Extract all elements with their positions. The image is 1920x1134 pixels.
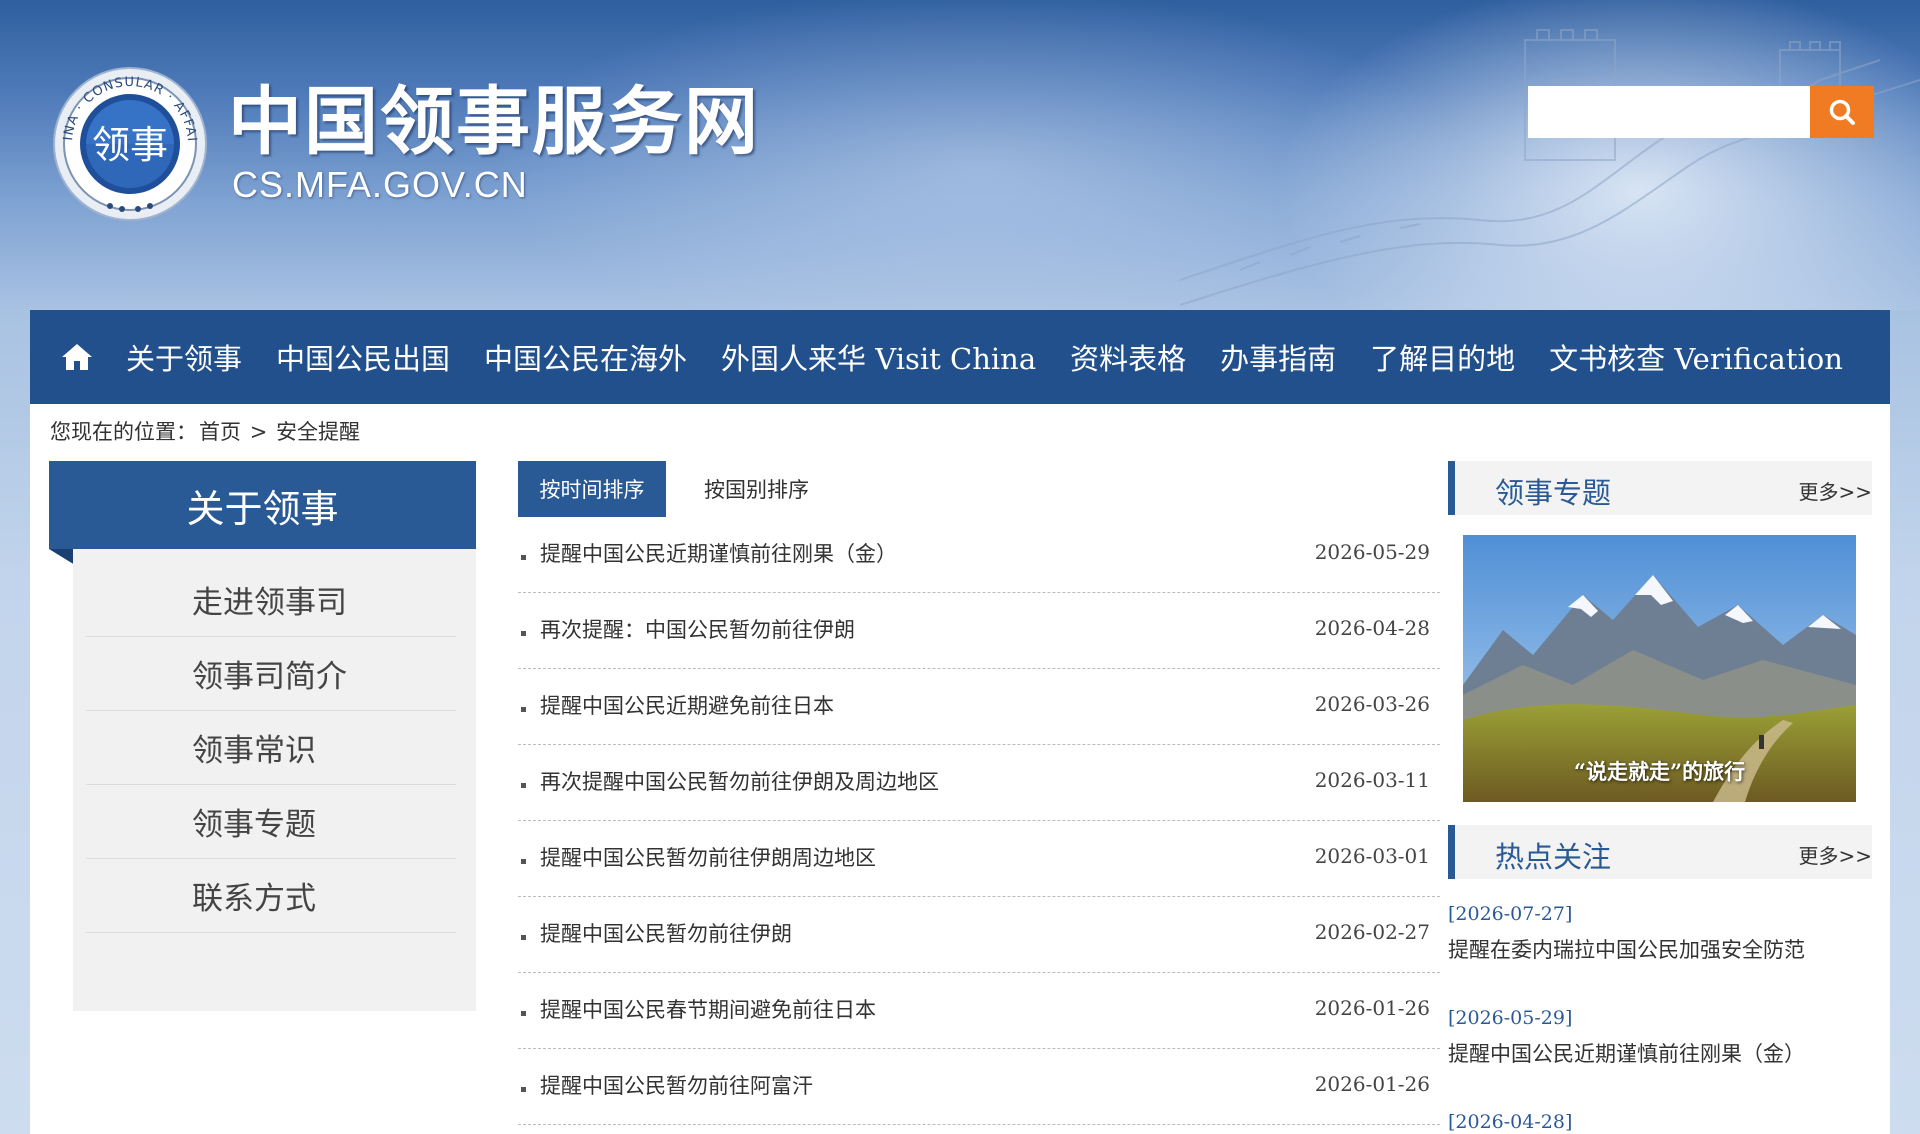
topics-more-link[interactable]: 更多>> <box>1798 476 1872 505</box>
emblem-text: 领事 <box>92 123 168 167</box>
news-title-link[interactable]: 提醒中国公民暂勿前往阿富汗 <box>540 1070 813 1100</box>
sidebar-item-contact[interactable]: 联系方式 <box>86 859 456 933</box>
bullet-icon <box>521 631 526 636</box>
sidebar-menu: 走进领事司 领事司简介 领事常识 领事专题 联系方式 <box>73 549 476 1011</box>
breadcrumb-home-link[interactable]: 首页 <box>199 420 241 444</box>
hot-section-title: 热点关注 <box>1495 840 1612 874</box>
news-row: 提醒中国公民近期谨慎前往刚果（金） 2026-05-29 <box>518 517 1440 593</box>
news-date: 2026-01-26 <box>1314 996 1430 1020</box>
nav-item-about-consular[interactable]: 关于领事 <box>126 336 242 378</box>
news-row: 提醒中国公民暂勿前往阿富汗 2026-01-26 <box>518 1049 1440 1125</box>
news-date: 2026-02-27 <box>1314 920 1430 944</box>
sidebar-item-enter-department[interactable]: 走进领事司 <box>86 563 456 637</box>
hot-section-header: 热点关注 更多>> <box>1448 825 1872 879</box>
promo-caption: “说走就走”的旅行 <box>1573 759 1746 784</box>
topics-section-header: 领事专题 更多>> <box>1448 461 1872 515</box>
news-title-link[interactable]: 提醒中国公民暂勿前往伊朗 <box>540 918 792 948</box>
sidebar-title: 关于领事 <box>49 461 476 549</box>
sidebar-item-consular-topics[interactable]: 领事专题 <box>86 785 456 859</box>
content-panel: 您现在的位置：首页 > 安全提醒 关于领事 走进领事司 领事司简介 领事常识 领… <box>30 404 1890 1134</box>
great-wall-illustration <box>1180 29 1920 306</box>
news-row: 提醒中国公民暂勿前往伊朗周边地区 2026-03-01 <box>518 821 1440 897</box>
news-title-link[interactable]: 提醒中国公民春节期间避免前往日本 <box>540 994 876 1024</box>
news-title-link[interactable]: 再次提醒中国公民暂勿前往伊朗及周边地区 <box>540 766 939 796</box>
news-date: 2026-01-26 <box>1314 1072 1430 1096</box>
site-title: 中国领事服务网 <box>228 79 760 165</box>
site-domain: CS.MFA.GOV.CN <box>232 164 528 205</box>
sidebar-title-notch <box>49 549 75 565</box>
hot-item-date[interactable]: [2026-07-27] <box>1448 903 1572 925</box>
bullet-icon <box>521 783 526 788</box>
news-row: 提醒中国公民春节期间避免前往日本 2026-01-26 <box>518 973 1440 1049</box>
news-title-link[interactable]: 提醒中国公民暂勿前往伊朗周边地区 <box>540 842 876 872</box>
breadcrumb-separator: > <box>249 420 268 444</box>
bullet-icon <box>521 1011 526 1016</box>
hot-item-date[interactable]: [2026-05-29] <box>1448 1007 1572 1029</box>
bullet-icon <box>521 859 526 864</box>
sidebar-item-consular-knowledge[interactable]: 领事常识 <box>86 711 456 785</box>
news-title-link[interactable]: 再次提醒：中国公民暂勿前往伊朗 <box>540 614 855 644</box>
news-date: 2026-05-29 <box>1314 540 1430 564</box>
tab-sort-by-time[interactable]: 按时间排序 <box>518 461 666 517</box>
news-date: 2026-04-28 <box>1314 616 1430 640</box>
news-row: 再次提醒：中国公民暂勿前往伊朗 2026-04-28 <box>518 593 1440 669</box>
nav-item-visit-china[interactable]: 外国人来华 Visit China <box>721 336 1036 378</box>
nav-item-verification[interactable]: 文书核查 Verification <box>1549 336 1843 378</box>
search-button[interactable] <box>1810 86 1874 138</box>
news-title-link[interactable]: 提醒中国公民近期谨慎前往刚果（金） <box>540 538 897 568</box>
nav-item-citizens-abroad-travel[interactable]: 中国公民出国 <box>276 336 450 378</box>
topics-section-title: 领事专题 <box>1495 476 1612 510</box>
bullet-icon <box>521 555 526 560</box>
news-date: 2026-03-26 <box>1314 692 1430 716</box>
news-row: 再次提醒中国公民暂勿前往伊朗及周边地区 2026-03-11 <box>518 745 1440 821</box>
news-row: 提醒中国公民暂勿前往伊朗 2026-02-27 <box>518 897 1440 973</box>
hot-item-title[interactable]: 提醒中国公民近期谨慎前往刚果（金） <box>1448 1038 1805 1068</box>
sidebar-item-department-intro[interactable]: 领事司简介 <box>86 637 456 711</box>
bullet-icon <box>521 935 526 940</box>
news-date: 2026-03-11 <box>1314 768 1430 792</box>
main-nav: 关于领事 中国公民出国 中国公民在海外 外国人来华 Visit China 资料… <box>30 310 1890 404</box>
consular-emblem-logo: 领事 CHINA · CONSULAR · AFFAIRS <box>52 66 207 221</box>
site-header: 领事 CHINA · CONSULAR · AFFAIRS 中国领事服务网 CS… <box>0 0 1920 310</box>
bullet-icon <box>521 707 526 712</box>
news-row: 提醒中国公民近期避免前往日本 2026-03-26 <box>518 669 1440 745</box>
search-icon <box>1829 99 1855 125</box>
home-icon <box>62 344 92 370</box>
hot-item-date[interactable]: [2026-04-28] <box>1448 1111 1572 1133</box>
nav-item-guide[interactable]: 办事指南 <box>1220 336 1336 378</box>
breadcrumb: 您现在的位置：首页 > 安全提醒 <box>50 416 362 446</box>
travel-promo-banner[interactable]: “说走就走”的旅行 <box>1463 535 1856 802</box>
news-date: 2026-03-01 <box>1314 844 1430 868</box>
nav-item-destinations[interactable]: 了解目的地 <box>1370 336 1515 378</box>
nav-item-citizens-overseas[interactable]: 中国公民在海外 <box>484 336 687 378</box>
tab-sort-by-country[interactable]: 按国别排序 <box>704 461 809 517</box>
bullet-icon <box>521 1087 526 1092</box>
search-input[interactable] <box>1528 86 1810 138</box>
news-title-link[interactable]: 提醒中国公民近期避免前往日本 <box>540 690 834 720</box>
hot-item-title[interactable]: 提醒在委内瑞拉中国公民加强安全防范 <box>1448 934 1805 964</box>
breadcrumb-prefix: 您现在的位置： <box>50 420 197 444</box>
nav-item-forms[interactable]: 资料表格 <box>1070 336 1186 378</box>
nav-home-button[interactable] <box>48 310 106 404</box>
hot-more-link[interactable]: 更多>> <box>1798 840 1872 869</box>
breadcrumb-current: 安全提醒 <box>275 420 360 444</box>
